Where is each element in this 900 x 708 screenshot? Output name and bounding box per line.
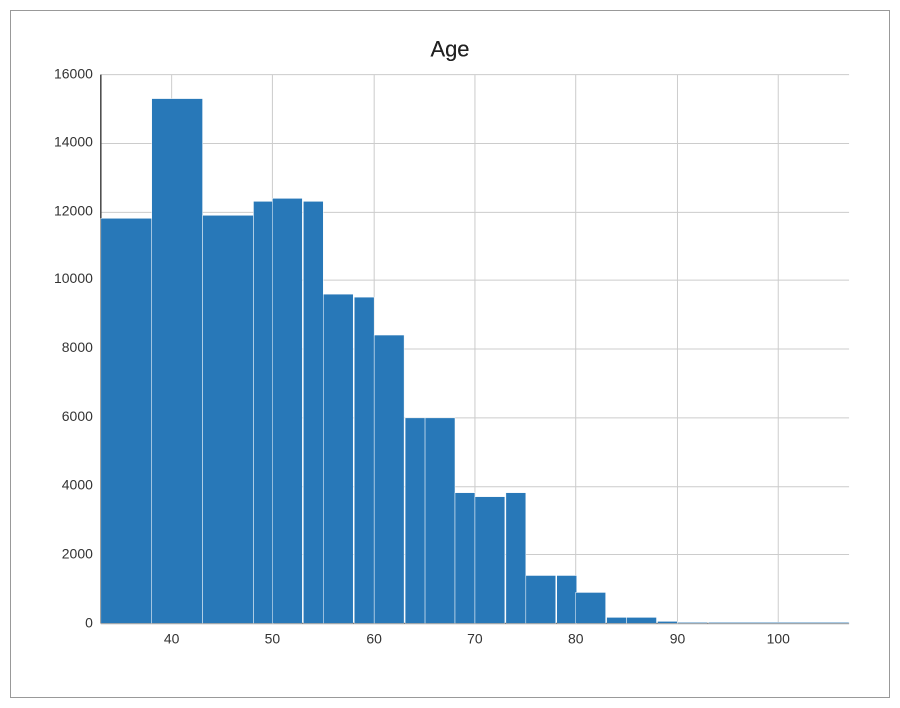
- bar-38-43: [152, 99, 203, 624]
- bar-48-50: [253, 201, 273, 623]
- bar-63-65: [405, 418, 425, 624]
- bar-60-63: [374, 335, 404, 623]
- bar-55-58: [323, 294, 353, 623]
- bar-65-68: [425, 418, 455, 624]
- chart-container: Age: [10, 10, 890, 698]
- bar-75-78: [526, 575, 556, 623]
- x-tick-70: 70: [467, 630, 483, 646]
- bar-93-107: [708, 622, 849, 623]
- x-tick-80: 80: [568, 630, 584, 646]
- bar-83-85: [607, 617, 627, 623]
- y-tick-8000: 8000: [62, 339, 93, 355]
- bar-90-93: [677, 622, 707, 623]
- y-tick-2000: 2000: [62, 546, 93, 562]
- bar-68-70: [455, 493, 475, 624]
- bar-43-48: [203, 215, 254, 623]
- bar-70-73: [475, 497, 505, 624]
- x-tick-60: 60: [366, 630, 382, 646]
- bar-78-80: [557, 575, 577, 623]
- bar-53-55: [303, 201, 323, 623]
- y-tick-0: 0: [85, 614, 93, 630]
- x-tick-40: 40: [164, 630, 180, 646]
- x-tick-100: 100: [767, 630, 791, 646]
- y-tick-14000: 14000: [54, 133, 93, 149]
- y-tick-12000: 12000: [54, 202, 93, 218]
- chart-title: Age: [430, 37, 469, 62]
- bar-80-83: [576, 592, 606, 623]
- bar-50-53: [272, 198, 302, 623]
- x-tick-90: 90: [670, 630, 686, 646]
- y-tick-10000: 10000: [54, 270, 93, 286]
- bar-88-90: [658, 621, 678, 623]
- x-tick-50: 50: [265, 630, 281, 646]
- y-tick-16000: 16000: [54, 66, 93, 82]
- bar-73-75: [506, 493, 526, 624]
- y-tick-4000: 4000: [62, 477, 93, 493]
- bar-85-88: [627, 617, 657, 623]
- bar-33-38: [101, 218, 152, 623]
- bar-58-60: [354, 297, 374, 623]
- y-tick-6000: 6000: [62, 408, 93, 424]
